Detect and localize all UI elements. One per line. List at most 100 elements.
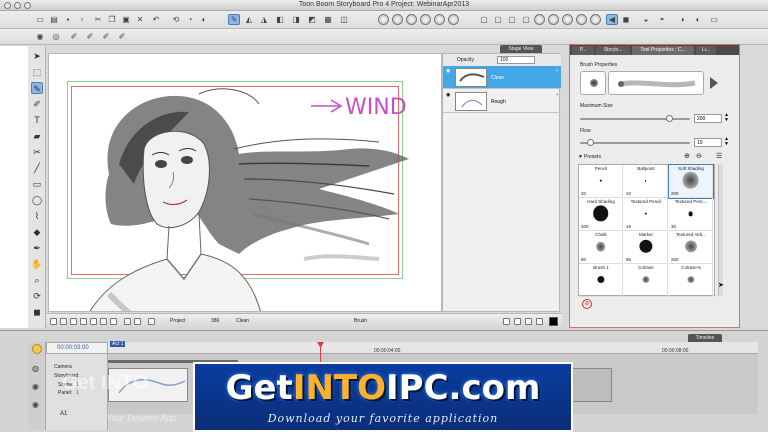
max-size-slider[interactable] xyxy=(580,115,690,122)
loop-icon[interactable]: ◀ xyxy=(606,14,618,25)
brush-preset-1-icon[interactable]: ✐ xyxy=(68,31,80,42)
split-panel-icon[interactable]: ▢ xyxy=(506,14,518,25)
tab-library[interactable]: Li... xyxy=(696,46,716,55)
select-tool-icon[interactable]: ➤ xyxy=(31,50,43,62)
safe-area-icon[interactable]: ◫ xyxy=(338,14,350,25)
preset-cell[interactable]: Colrase xyxy=(624,264,668,297)
light-table-icon[interactable]: ◩ xyxy=(306,14,318,25)
reset-brush-icon[interactable]: ⊘ xyxy=(582,299,592,309)
current-time-display[interactable]: 00:00:03:00 xyxy=(46,342,108,354)
hand-tool-icon[interactable]: ✋ xyxy=(31,258,43,270)
stop-icon[interactable]: ◼ xyxy=(620,14,632,25)
record-icon[interactable] xyxy=(378,14,389,25)
audio-track-icon[interactable]: ◉ xyxy=(32,400,39,409)
import-icon[interactable]: ▫ xyxy=(76,14,88,25)
zoom-dropdown[interactable]: 386 xyxy=(211,318,219,324)
stage-view-tab[interactable]: Stage View xyxy=(500,45,542,53)
undo-icon[interactable]: ↶ xyxy=(150,14,162,25)
panel-select-icon[interactable]: ◮ xyxy=(258,14,270,25)
onion-skin-icon[interactable]: ◨ xyxy=(290,14,302,25)
tab-storyboard[interactable]: Storyb... xyxy=(596,46,630,55)
line-tool-icon[interactable]: ╱ xyxy=(31,162,43,174)
copy-icon[interactable]: ❐ xyxy=(106,14,118,25)
delete-icon[interactable]: ✕ xyxy=(134,14,146,25)
preset-cell[interactable]: Hard Shading 200 xyxy=(579,198,623,231)
flow-slider[interactable] xyxy=(580,139,690,146)
preset-cell[interactable]: Brush 1 xyxy=(579,264,623,297)
zoom-tool-icon[interactable]: ⌕ xyxy=(31,274,43,286)
preset-cell[interactable]: Pencil 20 xyxy=(579,165,623,198)
mixer-icon[interactable]: ◒ xyxy=(640,14,652,25)
preset-cell[interactable]: Textured Penc... 30 xyxy=(669,198,713,231)
preset-menu-icon[interactable]: ☰ xyxy=(716,152,722,160)
sound-track-icon[interactable]: ◍ xyxy=(32,364,39,373)
brush-mode-icon[interactable]: ✎ xyxy=(228,14,240,25)
layer-down-icon[interactable] xyxy=(536,318,543,325)
save-icon[interactable]: ▪ xyxy=(62,14,74,25)
volume-icon[interactable]: ◓ xyxy=(656,14,668,25)
grid-icon[interactable]: ▦ xyxy=(322,14,334,25)
color-swatch-icon[interactable]: ◼ xyxy=(31,306,43,318)
preset-cell[interactable]: Colrase-5 xyxy=(669,264,713,297)
brush-preset-2-icon[interactable]: ✐ xyxy=(84,31,96,42)
rotate-view-icon[interactable]: ⟲ xyxy=(170,14,182,25)
brush-menu-arrow-icon[interactable] xyxy=(710,77,718,89)
duplicate-panel-icon[interactable]: ▢ xyxy=(492,14,504,25)
tab-tool-properties[interactable]: Tool Properties : C... xyxy=(632,46,694,55)
max-size-stepper-icon[interactable]: ▲ ▼ xyxy=(724,113,729,123)
flow-slider-knob[interactable] xyxy=(587,139,594,146)
flow-stepper-icon[interactable]: ▲ ▼ xyxy=(724,137,729,147)
light-table-toggle-icon[interactable] xyxy=(124,318,131,325)
layer-lock-icon[interactable]: ▪ xyxy=(556,92,558,98)
preset-cell[interactable]: Ballpoint 10 xyxy=(624,165,668,198)
zoom-icon[interactable]: ◔ xyxy=(184,14,196,25)
polyline-tool-icon[interactable]: ⌇ xyxy=(31,210,43,222)
open-folder-icon[interactable]: ▤ xyxy=(48,14,60,25)
paint-tool-icon[interactable]: ◆ xyxy=(31,226,43,238)
timeline-tab[interactable]: Timeline xyxy=(688,334,722,342)
sound-scrub-icon[interactable] xyxy=(406,14,417,25)
play-icon[interactable] xyxy=(562,14,573,25)
hand-icon[interactable]: ◐ xyxy=(198,14,210,25)
preset-cell[interactable]: Chalk 80 xyxy=(579,231,623,264)
sound-icon[interactable] xyxy=(392,14,403,25)
add-preset-icon[interactable]: ⊕ xyxy=(684,152,690,160)
layer-row-clean[interactable]: ◉ Clean ▪ xyxy=(443,66,561,89)
tab-project[interactable]: P... xyxy=(572,46,594,55)
layer-select-icon[interactable]: ◭ xyxy=(243,14,255,25)
remove-preset-icon[interactable]: ⊖ xyxy=(696,152,702,160)
eraser-tool-icon[interactable]: ▰ xyxy=(31,130,43,142)
current-color-swatch[interactable] xyxy=(549,317,558,326)
add-layer-icon[interactable] xyxy=(503,318,510,325)
play-speed-icon[interactable]: ◐ xyxy=(692,14,704,25)
cutter-tool-icon[interactable]: ✂ xyxy=(31,146,43,158)
add-panel-icon[interactable]: ▢ xyxy=(478,14,490,25)
new-icon[interactable]: ▭ xyxy=(34,14,46,25)
reset-view-icon[interactable] xyxy=(50,318,57,325)
camera-view-icon[interactable] xyxy=(420,14,431,25)
preset-cell[interactable]: Marker 95 xyxy=(624,231,668,264)
next-frame-icon[interactable] xyxy=(576,14,587,25)
export-icon[interactable] xyxy=(448,14,459,25)
pencil-tool-icon[interactable]: ✐ xyxy=(31,98,43,110)
toggle-frame-icon[interactable] xyxy=(90,318,97,325)
toggle-grid-icon[interactable] xyxy=(100,318,107,325)
reset-rotation-icon[interactable] xyxy=(70,318,77,325)
max-size-input[interactable]: 200 xyxy=(694,114,722,123)
preset-scrollbar[interactable] xyxy=(718,164,723,296)
preset-cell[interactable]: Soft Shading 200 xyxy=(668,164,714,199)
text-tool-icon[interactable]: T xyxy=(31,114,43,126)
reset-zoom-icon[interactable] xyxy=(60,318,67,325)
layer-lock-icon[interactable]: ▪ xyxy=(556,68,558,74)
view-mode-icon[interactable]: ▭ xyxy=(708,14,720,25)
camera-track-icon[interactable]: ◉ xyxy=(32,382,39,391)
paste-icon[interactable]: ▣ xyxy=(120,14,132,25)
opacity-input[interactable]: 100 xyxy=(497,56,535,64)
rotate-tool-icon[interactable]: ⟳ xyxy=(31,290,43,302)
timeline-marker-icon[interactable] xyxy=(32,344,42,354)
brush-preset-4-icon[interactable]: ✐ xyxy=(116,31,128,42)
transform-tool-icon[interactable]: ⬚ xyxy=(31,66,43,78)
onion-toggle-icon[interactable] xyxy=(110,318,117,325)
frame-rate-icon[interactable]: ◑ xyxy=(676,14,688,25)
visibility-icon[interactable]: ◉ xyxy=(446,68,450,74)
